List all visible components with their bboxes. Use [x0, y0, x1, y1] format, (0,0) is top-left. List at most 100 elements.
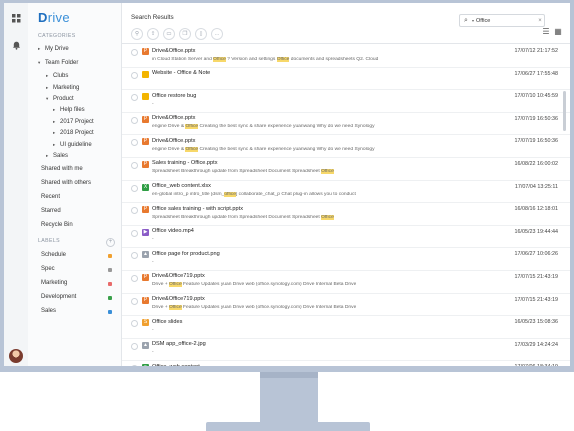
sidebar-item-2018-project[interactable]: ▸ 2018 Project	[53, 130, 94, 136]
sidebar-item-product[interactable]: ▾ Product	[46, 96, 74, 102]
pptx-file-icon: P	[142, 160, 149, 168]
result-row[interactable]: ≡Office_web content-17/07/06 18:34:19	[122, 361, 570, 366]
file-name[interactable]: Website - Office & Note	[152, 70, 210, 76]
file-name[interactable]: Office sales training - with script.pptx	[152, 206, 243, 212]
file-name[interactable]: Office slides	[152, 319, 182, 325]
highlight-match: Office	[321, 169, 334, 175]
result-row[interactable]: P Drive&Office.pptx engine Drive & Office …	[122, 113, 570, 136]
highlight-match: Office	[169, 305, 182, 311]
row-checkbox[interactable]	[131, 252, 138, 260]
sidebar-item-recycle-bin[interactable]: Recycle Bin	[41, 222, 73, 228]
search-value[interactable]: Office	[476, 18, 536, 24]
modified-date: 17/07/19 16:50:36	[514, 138, 558, 145]
row-checkbox[interactable]	[131, 49, 138, 56]
grid-view-icon[interactable]: ▦	[554, 28, 562, 36]
result-row[interactable]: P Drive&Office.pptx in Cloud Station Serve…	[122, 45, 570, 68]
result-row[interactable]: P Drive&Office719.pptx Drive + Office Feat…	[122, 294, 570, 317]
scrollbar[interactable]	[563, 91, 566, 131]
file-name[interactable]: DSM app_office-2.jpg	[152, 341, 206, 347]
label-item-sales[interactable]: Sales	[41, 308, 56, 314]
row-checkbox[interactable]	[131, 274, 138, 282]
folder-icon[interactable]: ▭	[163, 28, 175, 40]
pptx-file-icon: P	[142, 48, 149, 55]
label-item-spec[interactable]: Spec	[41, 266, 55, 272]
pptx-file-icon: P	[142, 138, 149, 146]
search-input[interactable]: ⌕ ▾ Office ×	[459, 14, 545, 27]
sidebar-item-help-files[interactable]: ▸ Help files	[53, 107, 85, 113]
row-checkbox[interactable]	[131, 139, 138, 147]
sidebar-item-2017-project[interactable]: ▸ 2017 Project	[53, 119, 94, 125]
bell-icon[interactable]	[10, 39, 22, 51]
clear-icon[interactable]: ×	[536, 18, 544, 24]
row-checkbox[interactable]	[131, 161, 138, 169]
modified-date: 17/07/15 21:43:19	[514, 273, 558, 280]
folder-file-icon	[142, 70, 149, 78]
sidebar-item-ui-guideline[interactable]: ▸ UI guideline	[53, 142, 92, 148]
row-checkbox[interactable]	[131, 342, 138, 350]
file-name[interactable]: Drive&Office719.pptx	[152, 273, 205, 279]
file-name[interactable]: Sales training - Office.pptx	[152, 160, 218, 166]
sidebar-item-my-drive[interactable]: ▸ My Drive	[38, 46, 69, 52]
label-item-development[interactable]: Development	[41, 294, 76, 300]
highlight-match: Office	[321, 214, 334, 220]
file-name[interactable]: Office restore bug	[152, 93, 196, 99]
file-name[interactable]: Office page for product.png	[152, 251, 220, 257]
result-row[interactable]: P Sales training - Office.pptx Spreadsheet…	[122, 158, 570, 181]
apps-grid-icon[interactable]	[10, 12, 22, 24]
file-name[interactable]: Office video.mp4	[152, 228, 194, 234]
result-row[interactable]: P Drive&Office719.pptx Drive + Office Feat…	[122, 271, 570, 294]
link-icon[interactable]: ⚲	[131, 28, 143, 40]
result-row[interactable]: S Office slides - 16/05/23 15:08:36	[122, 316, 570, 339]
list-view-icon[interactable]: ☰	[542, 28, 550, 36]
result-row[interactable]: P Drive&Office.pptx engine Drive & Office …	[122, 135, 570, 158]
modified-date: 17/06/27 17:55:48	[514, 70, 558, 77]
caret-right-icon: ▸	[46, 73, 49, 78]
sidebar-item-starred[interactable]: Starred	[41, 208, 61, 214]
monitor-stand-neck	[260, 372, 318, 422]
result-row[interactable]: X Office_web content.xlsx en-global intro_…	[122, 181, 570, 204]
result-row[interactable]: ▶ Office video.mp4 - 16/05/23 19:44:44	[122, 226, 570, 249]
label-item-marketing[interactable]: Marketing	[41, 280, 67, 286]
sidebar-item-clubs[interactable]: ▸ Clubs	[46, 73, 68, 79]
result-row[interactable]: Website - Office & Note 17/06/27 17:55:48	[122, 68, 570, 91]
row-checkbox[interactable]	[131, 71, 138, 79]
result-row[interactable]: ▲ Office page for product.png - 17/06/27 10…	[122, 248, 570, 271]
result-row[interactable]: P Office sales training - with script.ppt…	[122, 203, 570, 226]
share-icon[interactable]: ⇪	[147, 28, 159, 40]
sidebar-item-marketing[interactable]: ▸ Marketing	[46, 85, 79, 91]
sidebar-item-shared-with-others[interactable]: Shared with others	[41, 180, 91, 186]
header-divider	[122, 43, 570, 44]
caret-right-icon: ▸	[53, 142, 56, 147]
add-label-button[interactable]: +	[106, 238, 115, 247]
snippet-text: Feature Updates yuan Drive web (office.s…	[181, 305, 357, 311]
row-checkbox[interactable]	[131, 320, 138, 328]
sidebar-item-recent[interactable]: Recent	[41, 194, 60, 200]
chevron-down-icon[interactable]: ▾	[472, 18, 474, 23]
delete-icon[interactable]: ▯	[195, 28, 207, 40]
match-snippet: engine Drive & Office Creating the best …	[152, 124, 375, 130]
label-item-schedule[interactable]: Schedule	[41, 252, 66, 258]
row-checkbox[interactable]	[131, 184, 138, 192]
copy-icon[interactable]: ❐	[179, 28, 191, 40]
file-name[interactable]: Office_web content.xlsx	[152, 183, 211, 189]
sidebar-item-sales[interactable]: ▸ Sales	[46, 153, 68, 159]
result-row[interactable]: ▲ DSM app_office-2.jpg - 17/03/29 14:24:24	[122, 339, 570, 362]
more-icon[interactable]: …	[211, 28, 223, 40]
file-name[interactable]: Drive&Office.pptx	[152, 138, 195, 144]
row-checkbox[interactable]	[131, 229, 138, 237]
user-avatar[interactable]	[9, 349, 23, 363]
row-checkbox[interactable]	[131, 297, 138, 305]
result-row[interactable]: Office restore bug - 17/07/10 10:45:59	[122, 90, 570, 113]
row-checkbox[interactable]	[131, 207, 138, 215]
match-snippet: in Cloud Station Server and Office ? Ver…	[152, 56, 378, 62]
row-checkbox[interactable]	[131, 94, 138, 102]
sidebar-item-team-folder[interactable]: ▾ Team Folder	[38, 60, 78, 66]
row-checkbox[interactable]	[131, 365, 138, 366]
modified-date: 17/07/04 13:25:11	[514, 183, 558, 190]
file-name[interactable]: Office_web content	[152, 364, 200, 366]
file-name[interactable]: Drive&Office.pptx	[152, 115, 195, 121]
sidebar-item-shared-with-me[interactable]: Shared with me	[41, 166, 83, 172]
file-name[interactable]: Drive&Office719.pptx	[152, 296, 205, 302]
file-name[interactable]: Drive&Office.pptx	[152, 48, 195, 54]
row-checkbox[interactable]	[131, 116, 138, 124]
